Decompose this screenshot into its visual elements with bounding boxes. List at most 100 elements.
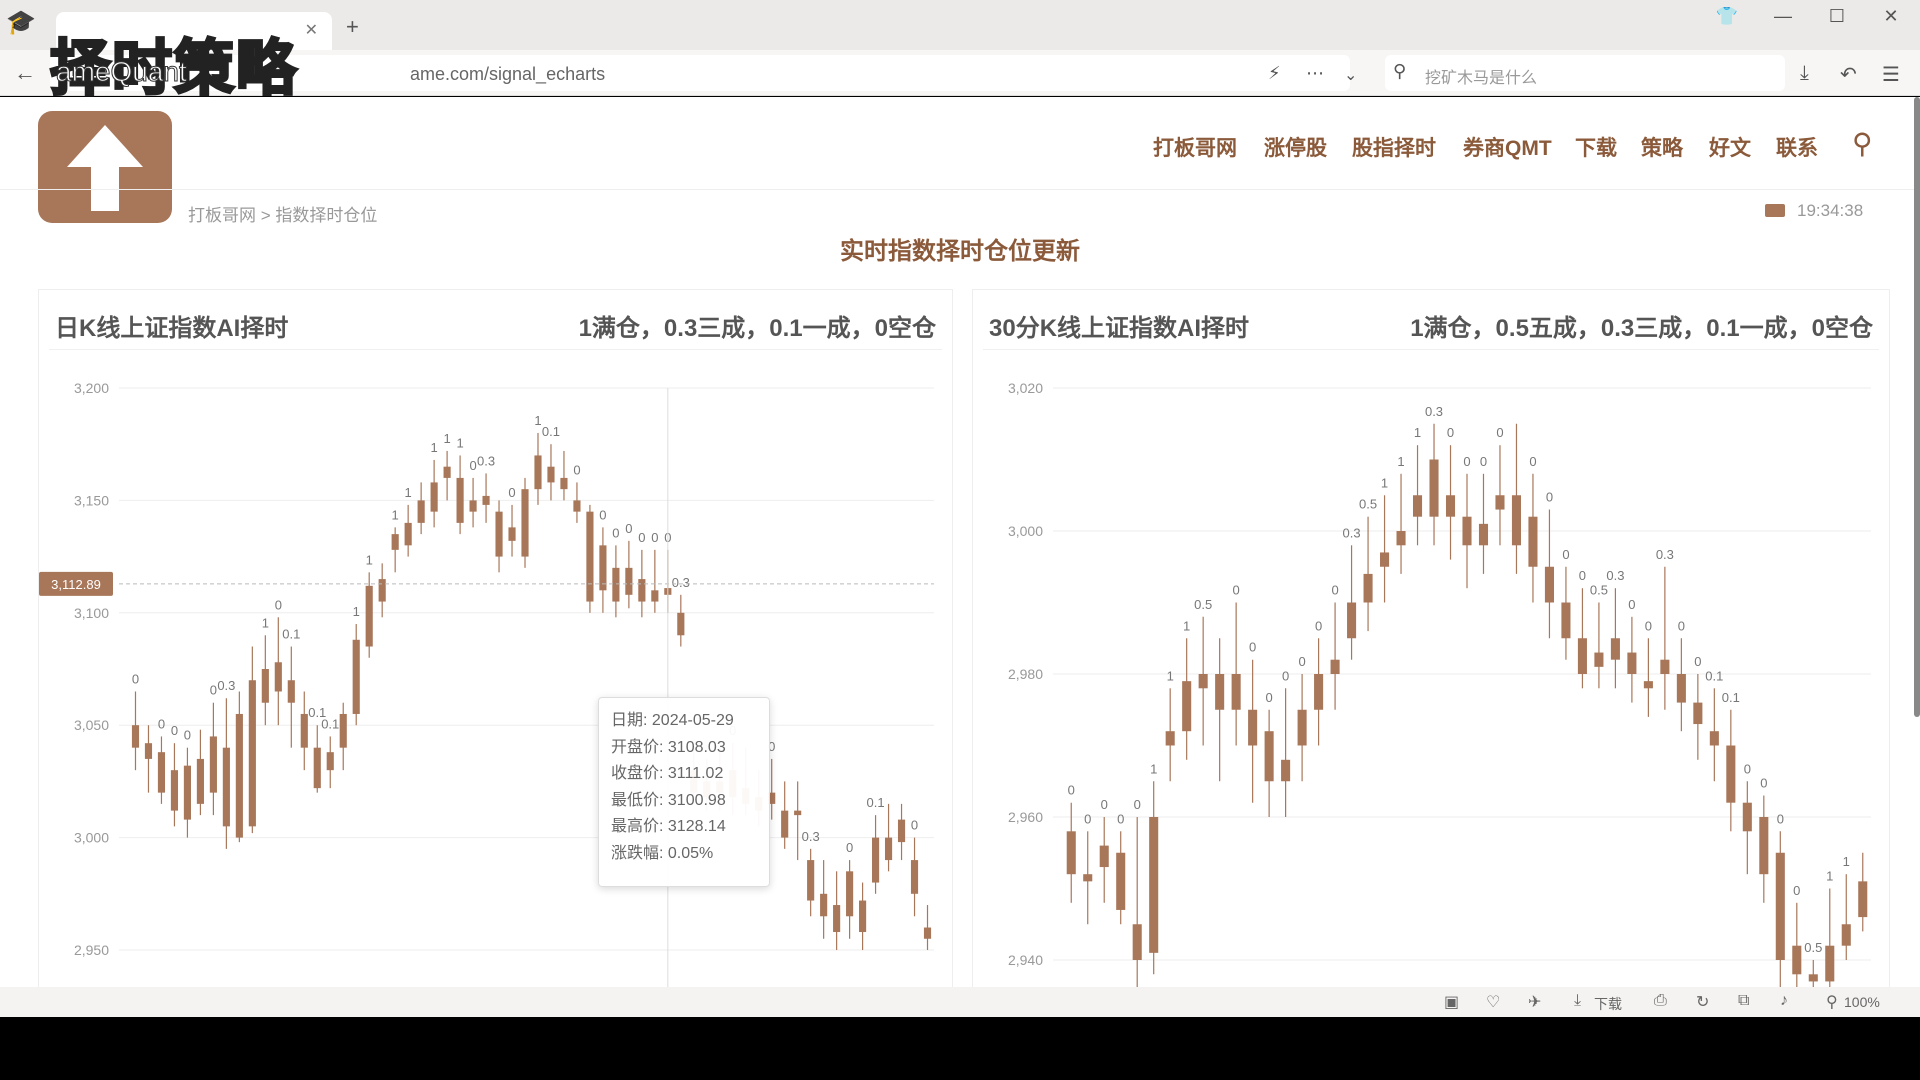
candle-body — [1264, 731, 1274, 782]
candle-body — [1099, 845, 1109, 868]
breadcrumb[interactable]: 打板哥网 > 指数择时仓位 — [188, 201, 377, 226]
nav-item-qmt[interactable]: 券商QMT — [1463, 132, 1552, 162]
candle-body — [508, 527, 516, 541]
zoom-level[interactable]: 100% — [1844, 994, 1880, 1010]
signal-label: 1 — [443, 431, 450, 446]
candle-body — [417, 500, 425, 523]
signal-label: 1 — [1381, 475, 1388, 490]
site-search-icon[interactable]: ⚲ — [1852, 127, 1873, 160]
daily-kline-chart[interactable]: 3,2003,1503,1003,0503,0002,95000 0 00 0.310… — [39, 350, 954, 990]
nav-item-zhangting[interactable]: 涨停股 — [1264, 132, 1327, 162]
30min-kline-chart[interactable]: 3,0203,0002,9802,9602,940000001110.50000… — [973, 350, 1891, 990]
statusbar-download-icon[interactable]: ⤓ — [1574, 992, 1581, 1010]
candle-body — [1231, 674, 1241, 710]
candle-body — [1429, 459, 1439, 517]
candle-body — [573, 500, 581, 512]
signal-label: 0 — [1266, 690, 1273, 705]
tab-close-icon[interactable]: ✕ — [305, 20, 318, 40]
tooltip-change: 涨跌幅: 0.05% — [611, 844, 714, 862]
minimize-icon[interactable]: — — [1768, 6, 1798, 27]
signal-label: 0 — [1562, 547, 1569, 562]
lightning-icon[interactable]: ⚡ — [1268, 63, 1281, 84]
candle-body — [1314, 674, 1324, 710]
candle-body — [1825, 945, 1835, 982]
close-window-icon[interactable]: ✕ — [1876, 6, 1906, 27]
candle-body — [235, 713, 243, 838]
candle-body — [1660, 659, 1670, 674]
candle-body — [1445, 495, 1456, 517]
printer-icon[interactable]: ⎙ — [1654, 992, 1667, 1010]
candle-body — [923, 927, 932, 939]
candle-body — [1775, 852, 1785, 960]
nav-item-download[interactable]: 下载 — [1575, 132, 1617, 162]
candle-body — [456, 477, 464, 523]
y-tick-label: 2,980 — [1008, 666, 1043, 682]
rocket-icon[interactable]: ✈ — [1528, 992, 1541, 1012]
y-tick-label: 2,940 — [1008, 952, 1043, 968]
candle-body — [560, 477, 568, 490]
browser-search-box[interactable]: ⚲ 挖矿木马是什么 — [1385, 55, 1785, 91]
candle-body — [365, 585, 373, 647]
tooltip-open: 开盘价: 3108.03 — [611, 738, 726, 756]
signal-label: 0.3 — [477, 453, 495, 468]
maximize-icon[interactable]: ☐ — [1822, 6, 1852, 27]
candle-body — [1577, 638, 1587, 674]
candle-body — [1726, 745, 1736, 803]
zoom-icon[interactable]: ⚲ — [1826, 992, 1838, 1012]
nav-item-dabange[interactable]: 打板哥网 — [1153, 132, 1237, 162]
clock-time: 19:34:38 — [1797, 201, 1864, 220]
candle-body — [482, 495, 490, 505]
signal-label: 0 — [1744, 761, 1751, 776]
signal-label: 0 — [1101, 797, 1108, 812]
candle-body — [1198, 674, 1208, 689]
speaker-icon[interactable]: ♪ — [1780, 992, 1788, 1010]
statusbar-download-label[interactable]: 下载 — [1594, 994, 1622, 1014]
menu-icon[interactable]: ☰ — [1882, 62, 1900, 87]
candle-body — [534, 455, 542, 490]
heart-icon[interactable]: ♡ — [1486, 992, 1500, 1012]
candle-body — [651, 590, 659, 602]
more-icon[interactable]: ⋯ — [1306, 63, 1324, 84]
candle-body — [833, 905, 841, 933]
search-placeholder: 挖矿木马是什么 — [1425, 70, 1538, 87]
signal-label: 0 — [1678, 618, 1685, 633]
signal-label: 1 — [1826, 869, 1833, 884]
nav-item-articles[interactable]: 好文 — [1709, 132, 1751, 162]
panel-title: 30分K线上证指数AI择时 — [989, 315, 1250, 342]
site-logo[interactable] — [38, 111, 172, 223]
page-scrollbar[interactable] — [1914, 97, 1920, 717]
signal-label: 0 — [184, 728, 191, 743]
nav-item-guzhi[interactable]: 股指择时 — [1352, 132, 1436, 162]
undo-icon[interactable]: ↶ — [1840, 62, 1857, 87]
up-arrow-icon — [67, 125, 143, 211]
candle-body — [287, 680, 295, 703]
candle-body — [612, 567, 620, 602]
candle-body — [1528, 516, 1538, 567]
nav-item-contact[interactable]: 联系 — [1776, 132, 1818, 162]
window-icon[interactable]: ⧉ — [1738, 992, 1749, 1010]
y-tick-label: 3,000 — [74, 830, 109, 846]
candle-body — [404, 522, 412, 546]
signal-label: 0.3 — [1606, 568, 1624, 583]
signal-label: 0 — [469, 458, 476, 473]
y-tick-label: 3,100 — [74, 605, 109, 621]
clock-icon — [1765, 204, 1785, 217]
download-icon[interactable]: ⤓ — [1800, 62, 1809, 85]
y-tick-label: 3,150 — [74, 492, 109, 508]
signal-label: 0 — [1447, 425, 1454, 440]
candle-body — [326, 752, 334, 771]
candle-body — [586, 511, 594, 602]
screenshot-icon[interactable]: ▣ — [1444, 992, 1459, 1012]
shirt-icon[interactable]: 👕 — [1712, 6, 1742, 27]
candle-body — [469, 500, 477, 512]
nav-item-strategy[interactable]: 策略 — [1641, 132, 1683, 162]
chevron-down-icon[interactable]: ⌄ — [1344, 65, 1357, 85]
signal-label: 0 — [612, 525, 619, 540]
new-tab-icon[interactable]: + — [346, 14, 359, 40]
signal-label: 0 — [158, 716, 165, 731]
back-arrow-icon[interactable]: ← — [14, 60, 36, 86]
refresh-icon[interactable]: ↻ — [1696, 992, 1709, 1012]
signal-label: 0.1 — [1705, 668, 1723, 683]
signal-label: 0 — [1249, 640, 1256, 655]
candle-body — [1248, 709, 1258, 746]
